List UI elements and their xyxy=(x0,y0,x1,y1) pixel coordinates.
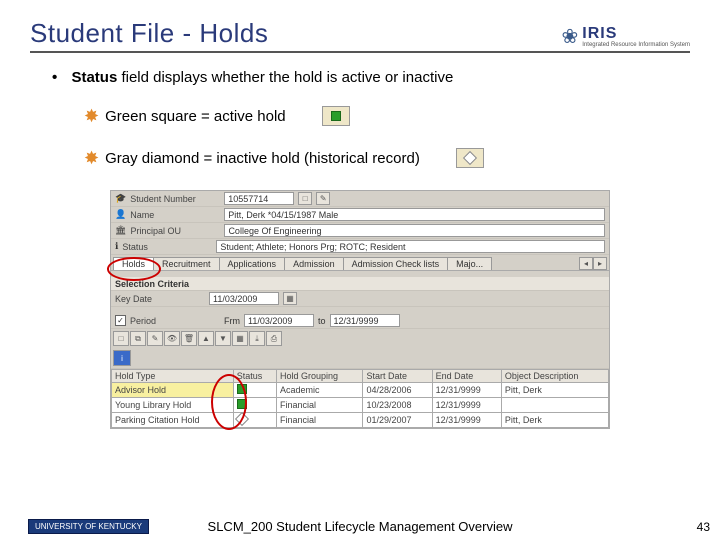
key-date-field[interactable]: 11/03/2009 xyxy=(209,292,279,305)
col-end-date[interactable]: End Date xyxy=(432,370,501,383)
iris-logo-sub: Integrated Resource Information System xyxy=(582,42,690,48)
edit-icon[interactable]: ✎ xyxy=(316,192,330,205)
tab-scroll-left-icon[interactable]: ◂ xyxy=(579,257,593,270)
org-icon: 🏛 xyxy=(115,225,126,236)
tab-recruitment[interactable]: Recruitment xyxy=(153,257,220,270)
label-to: to xyxy=(318,316,326,326)
bullet-status: • Status field displays whether the hold… xyxy=(52,69,686,86)
cell-obj: Pitt, Derk xyxy=(501,383,608,398)
col-object-desc[interactable]: Object Description xyxy=(501,370,608,383)
legend-inactive-text: Gray diamond = inactive hold (historical… xyxy=(105,150,420,167)
cell-hold-type: Young Library Hold xyxy=(112,398,234,413)
status-box-inactive xyxy=(456,148,484,168)
label-ou: Principal OU xyxy=(130,226,220,236)
label-status: Status xyxy=(122,242,212,252)
star-icon: ✸ xyxy=(84,107,99,125)
bullet-status-word: Status xyxy=(71,69,117,86)
cell-obj xyxy=(501,398,608,413)
iris-logo-text: IRIS xyxy=(582,26,690,42)
delete-icon[interactable]: 🗑 xyxy=(181,331,197,346)
grid-toolbar: □ ⧉ ✎ 👁 🗑 ▲ ▼ ▦ ⤓ ⎙ xyxy=(111,329,609,348)
cell-end: 12/31/9999 xyxy=(432,398,501,413)
cell-end: 12/31/9999 xyxy=(432,413,501,428)
status-field: Student; Athlete; Honors Prg; ROTC; Resi… xyxy=(216,240,605,253)
tab-admission-check[interactable]: Admission Check lists xyxy=(343,257,449,270)
label-name: Name xyxy=(130,210,220,220)
gray-diamond-icon xyxy=(235,412,249,426)
student-number-field[interactable]: 10557714 xyxy=(224,192,294,205)
tab-majo[interactable]: Majo... xyxy=(447,257,492,270)
star-icon: ✸ xyxy=(84,149,99,167)
green-square-icon xyxy=(331,111,341,121)
cell-group: Financial xyxy=(276,398,363,413)
label-selection-criteria: Selection Criteria xyxy=(115,279,189,289)
edit-row-icon[interactable]: ✎ xyxy=(147,331,163,346)
page-title: Student File - Holds xyxy=(30,18,268,49)
cell-obj: Pitt, Derk xyxy=(501,413,608,428)
table-row[interactable]: Parking Citation Hold Financial 01/29/20… xyxy=(112,413,609,428)
cell-start: 01/29/2007 xyxy=(363,413,432,428)
tab-applications[interactable]: Applications xyxy=(219,257,286,270)
info-icon: ℹ xyxy=(115,241,118,252)
sap-screenshot: 🎓 Student Number 10557714 □ ✎ 👤 Name Pit… xyxy=(110,190,610,429)
name-field: Pitt, Derk *04/15/1987 Male xyxy=(224,208,605,221)
mortarboard-icon: 🎓 xyxy=(115,193,126,204)
to-field[interactable]: 12/31/9999 xyxy=(330,314,400,327)
ou-field: College Of Engineering xyxy=(224,224,605,237)
cell-status xyxy=(233,398,276,413)
footer-text: SLCM_200 Student Lifecycle Management Ov… xyxy=(208,519,513,534)
display-icon[interactable]: 👁 xyxy=(164,331,180,346)
copy-icon[interactable]: ⧉ xyxy=(130,331,146,346)
date-picker-icon[interactable]: ▦ xyxy=(283,292,297,305)
frm-field[interactable]: 11/03/2009 xyxy=(244,314,314,327)
green-square-icon xyxy=(237,384,247,394)
col-hold-grouping[interactable]: Hold Grouping xyxy=(276,370,363,383)
sort-asc-icon[interactable]: ▲ xyxy=(198,331,214,346)
cell-start: 04/28/2006 xyxy=(363,383,432,398)
label-period: Period xyxy=(130,316,220,326)
sort-desc-icon[interactable]: ▼ xyxy=(215,331,231,346)
filter-icon[interactable]: ▦ xyxy=(232,331,248,346)
holds-grid: Hold Type Status Hold Grouping Start Dat… xyxy=(111,369,609,428)
person-icon: 👤 xyxy=(115,209,126,220)
label-frm: Frm xyxy=(224,316,240,326)
col-start-date[interactable]: Start Date xyxy=(363,370,432,383)
cell-group: Academic xyxy=(276,383,363,398)
print-icon[interactable]: ⎙ xyxy=(266,331,282,346)
create-icon[interactable]: □ xyxy=(113,331,129,346)
cell-start: 10/23/2008 xyxy=(363,398,432,413)
label-student-number: Student Number xyxy=(130,194,220,204)
info-button-icon[interactable]: i xyxy=(113,350,131,366)
table-row[interactable]: Young Library Hold Financial 10/23/2008 … xyxy=(112,398,609,413)
table-row[interactable]: Advisor Hold Academic 04/28/2006 12/31/9… xyxy=(112,383,609,398)
iris-icon: ❀ xyxy=(562,24,579,49)
col-status[interactable]: Status xyxy=(233,370,276,383)
bullet-status-rest: field displays whether the hold is activ… xyxy=(117,69,453,86)
tab-scroll-right-icon[interactable]: ▸ xyxy=(593,257,607,270)
col-hold-type[interactable]: Hold Type xyxy=(112,370,234,383)
legend-active-text: Green square = active hold xyxy=(105,108,286,125)
tab-admission[interactable]: Admission xyxy=(284,257,344,270)
cell-hold-type: Advisor Hold xyxy=(112,383,234,398)
green-square-icon xyxy=(237,399,247,409)
cell-status xyxy=(233,383,276,398)
iris-logo: ❀ IRIS Integrated Resource Information S… xyxy=(562,24,690,49)
page-number: 43 xyxy=(697,520,710,534)
tab-holds[interactable]: Holds xyxy=(113,257,154,270)
cell-group: Financial xyxy=(276,413,363,428)
cell-status xyxy=(233,413,276,428)
status-box-active xyxy=(322,106,350,126)
cell-end: 12/31/9999 xyxy=(432,383,501,398)
period-checkbox[interactable]: ✓ xyxy=(115,315,126,326)
tabstrip: Holds Recruitment Applications Admission… xyxy=(111,255,609,271)
search-help-icon[interactable]: □ xyxy=(298,192,312,205)
export-icon[interactable]: ⤓ xyxy=(249,331,265,346)
label-key-date: Key Date xyxy=(115,294,205,304)
gray-diamond-icon xyxy=(463,151,477,165)
legend-inactive-row: ✸ Gray diamond = inactive hold (historic… xyxy=(84,148,686,168)
cell-hold-type: Parking Citation Hold xyxy=(112,413,234,428)
legend-active-row: ✸ Green square = active hold xyxy=(84,106,686,126)
